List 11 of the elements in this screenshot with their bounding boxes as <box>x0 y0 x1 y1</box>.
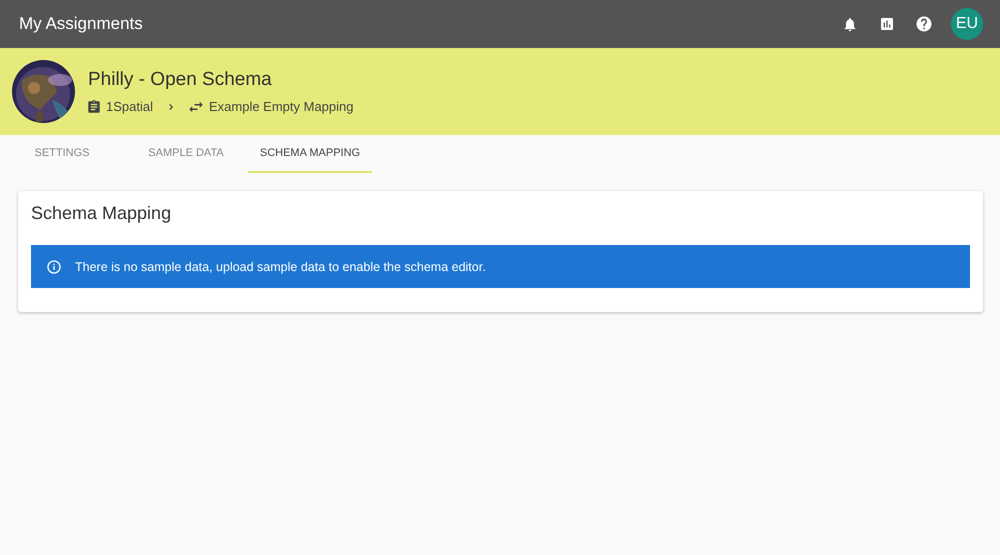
user-avatar[interactable]: EU <box>951 8 983 40</box>
tab[interactable]: SCHEMA MAPPING <box>248 135 372 173</box>
app-title: My Assignments <box>19 14 144 34</box>
info-icon <box>46 258 62 274</box>
project-title: Philly - Open Schema <box>88 69 273 91</box>
breadcrumb-link[interactable]: 1Spatial <box>106 99 153 114</box>
swap-arrows-icon <box>188 100 203 112</box>
breadcrumb-link[interactable]: Example Empty Mapping <box>208 99 354 114</box>
clipboard-icon <box>88 100 100 114</box>
alert-message: There is no sample data, upload sample data to enable the schema editor. <box>75 260 486 274</box>
card-title: Schema Mapping <box>31 203 172 224</box>
